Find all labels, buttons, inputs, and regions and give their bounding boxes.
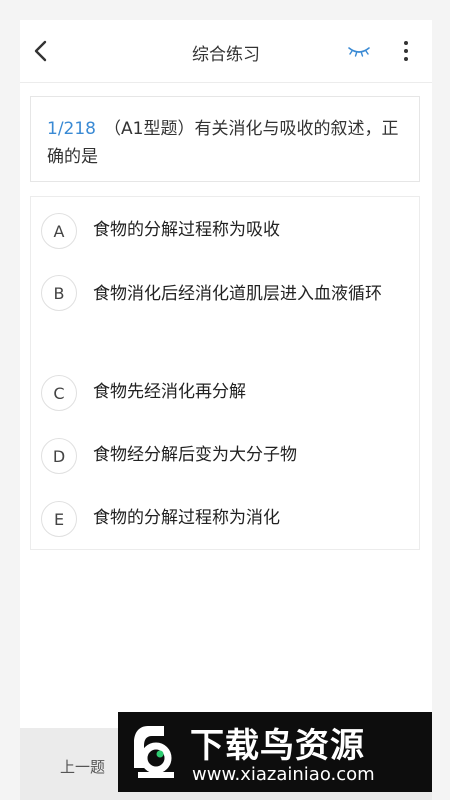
option-d[interactable]: D 食物经分解后变为大分子物: [31, 438, 419, 478]
watermark-url: www.xiazainiao.com: [192, 764, 375, 785]
options-list: A 食物的分解过程称为吸收 B 食物消化后经消化道肌层进入血液循环 C 食物先经…: [30, 196, 420, 550]
option-b[interactable]: B 食物消化后经消化道肌层进入血液循环: [31, 275, 419, 355]
header-bar: 综合练习: [20, 20, 432, 83]
question-card: 1/218 （A1型题）有关消化与吸收的叙述，正确的是: [30, 96, 420, 182]
option-text: 食物的分解过程称为吸收: [93, 220, 280, 240]
app-frame: 综合练习 1/218 （A1型题）有关消化与吸收的叙述，正确的是 A 食物的分解过…: [20, 20, 432, 800]
option-text: 食物经分解后变为大分子物: [93, 445, 297, 465]
more-button[interactable]: [396, 38, 416, 64]
prev-question-button[interactable]: 上一题: [60, 756, 105, 777]
option-letter: B: [41, 275, 77, 311]
option-letter: C: [41, 375, 77, 411]
eye-closed-icon: [348, 47, 370, 57]
option-letter: E: [41, 501, 77, 537]
more-vertical-icon: [404, 41, 408, 45]
option-c[interactable]: C 食物先经消化再分解: [31, 375, 419, 415]
option-e[interactable]: E 食物的分解过程称为消化: [31, 501, 419, 541]
option-a[interactable]: A 食物的分解过程称为吸收: [31, 213, 419, 253]
watermark-title: 下载鸟资源: [190, 726, 365, 766]
watermark-banner: 下载鸟资源 www.xiazainiao.com: [118, 712, 432, 792]
question-text: （A1型题）有关消化与吸收的叙述，正确的是: [47, 119, 399, 167]
option-text: 食物消化后经消化道肌层进入血液循环: [93, 284, 382, 304]
option-text: 食物的分解过程称为消化: [93, 508, 280, 528]
option-letter: D: [41, 438, 77, 474]
eye-toggle-button[interactable]: [346, 42, 372, 60]
question-number: 1/218: [47, 119, 96, 139]
bird-logo-icon: [134, 726, 174, 778]
option-letter: A: [41, 213, 77, 249]
option-text: 食物先经消化再分解: [93, 382, 246, 402]
